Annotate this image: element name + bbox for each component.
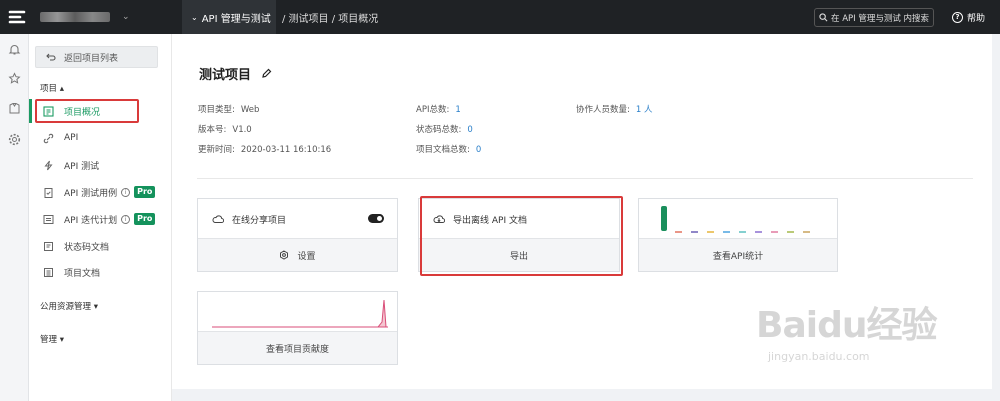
pencil-icon[interactable] [261,68,272,79]
share-project-card: 在线分享项目 设置 [197,198,398,272]
search-input[interactable]: 在 API 管理与测试 内搜索 [814,8,934,27]
api-stats-mini-chart [661,206,810,233]
help-label: 帮助 [967,13,986,24]
pro-badge: Pro [134,213,156,225]
return-arrow-icon [46,53,56,61]
lightning-icon [43,160,54,171]
sidebar-item-label: API 测试用例 [64,188,118,199]
project-doc-total: 项目文档总数: 0 [416,145,482,155]
sidebar-item-label: API 测试 [64,161,100,172]
section-project[interactable]: 项目 ▴ [40,82,64,94]
view-contribution-button[interactable]: 查看项目贡献度 [198,331,397,364]
icon-rail [0,34,29,401]
star-icon[interactable] [8,72,21,85]
api-total: API总数: 1 [416,105,461,115]
section-manage[interactable]: 管理 ▾ [40,333,64,345]
module-label: API 管理与测试 [201,13,271,25]
sidebar: 返回项目列表 项目 ▴ 项目概况 API API 测试 API 测试用例 i P… [29,34,172,401]
chevron-down-icon: ⌄ [191,12,198,22]
edit-doc-icon [43,241,54,252]
cloud-icon [212,215,224,223]
app-logo-icon[interactable] [0,0,34,34]
view-api-stats-button[interactable]: 查看API统计 [639,238,837,271]
search-icon [819,13,828,22]
sidebar-item-label: 项目文档 [64,268,101,279]
section-public-resources[interactable]: 公用资源管理 ▾ [40,300,98,312]
share-toggle[interactable] [368,214,384,223]
breadcrumb: / 测试项目 / 项目概况 [282,13,379,25]
document-icon [43,267,54,278]
info-icon[interactable]: i [121,187,131,197]
module-switcher[interactable]: ⌄ API 管理与测试 [182,0,276,34]
back-to-project-list-button[interactable]: 返回项目列表 [35,46,158,68]
top-bar: ⌄ ⌄ API 管理与测试 / 测试项目 / 项目概况 在 API 管理与测试 … [0,0,1000,34]
sidebar-item-api[interactable]: API [29,126,172,150]
shirt-icon[interactable] [8,102,21,115]
project-updated-time: 更新时间: 2020-03-11 16:10:16 [198,145,332,155]
divider [197,178,973,179]
baidu-watermark: Baidu经验 jingyan.baidu.com [756,305,937,363]
highlight-box [420,196,623,276]
gear-icon[interactable] [8,133,21,146]
link-icon [43,133,54,144]
project-switcher[interactable]: ⌄ [34,0,172,34]
bell-icon[interactable] [8,43,21,56]
sidebar-item-label: API [64,133,79,143]
search-placeholder: 在 API 管理与测试 内搜索 [831,13,930,24]
blurred-project-name [40,12,110,22]
page-title: 测试项目 [199,64,272,83]
api-stats-card: 查看API统计 [638,198,838,272]
chevron-down-icon: ⌄ [122,12,130,22]
info-icon[interactable]: i [121,214,131,224]
project-contribution-card: 查看项目贡献度 [197,291,398,365]
status-code-total: 状态码总数: 0 [416,125,473,135]
member-count: 协作人员数量: 1 人 [576,105,653,115]
help-button[interactable]: ? 帮助 [952,0,985,34]
stats-bar [661,206,667,231]
card-title: 在线分享项目 [232,215,287,226]
list-icon [43,214,54,225]
settings-button[interactable]: 设置 [198,238,397,271]
pro-badge: Pro [134,186,156,198]
project-version: 版本号: V1.0 [198,125,252,135]
project-type: 项目类型: Web [198,105,260,115]
sidebar-item-project-docs[interactable]: 项目文档 [29,260,172,284]
sidebar-item-api-test[interactable]: API 测试 [29,153,172,177]
sidebar-item-status-codes[interactable]: 状态码文档 [29,234,172,258]
clipboard-check-icon [43,187,54,198]
gear-icon [280,250,289,260]
back-label: 返回项目列表 [64,53,119,64]
sidebar-item-api-test-cases[interactable]: API 测试用例 i Pro [29,180,172,204]
sidebar-item-label: API 迭代计划 [64,215,118,226]
question-icon: ? [952,11,963,23]
highlight-box [35,99,139,123]
contribution-sparkline [212,299,388,328]
sidebar-item-api-iteration-plan[interactable]: API 迭代计划 i Pro [29,207,172,231]
sidebar-item-label: 状态码文档 [64,242,110,253]
